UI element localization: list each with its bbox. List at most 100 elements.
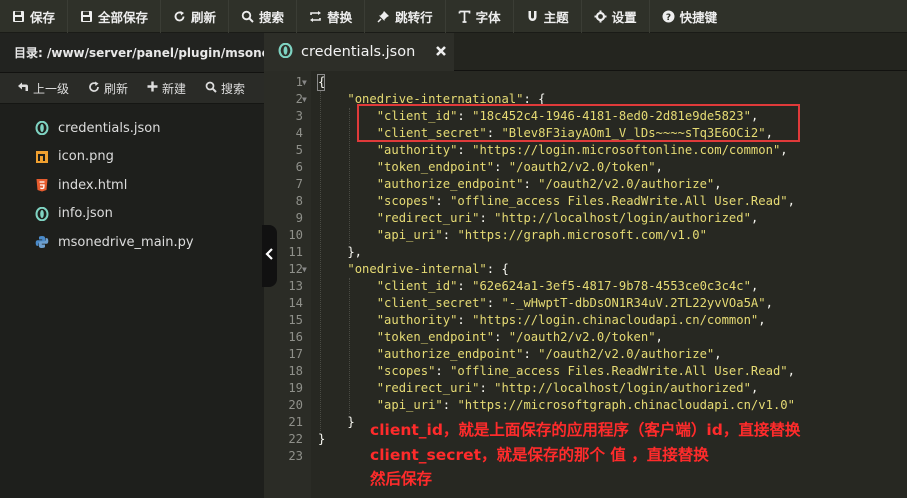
code-line: }, (318, 245, 363, 259)
code-line: "authority": "https://login.chinacloudap… (376, 313, 766, 327)
code-line: "authority": "https://login.microsoftonl… (376, 143, 788, 157)
file-item-index-html[interactable]: index.html (0, 171, 264, 200)
code-line: "onedrive-internal": { (347, 262, 509, 276)
code-line: "scopes": "offline_access Files.ReadWrit… (376, 194, 795, 208)
refresh-icon (88, 81, 100, 96)
file-name: credentials.json (58, 120, 161, 136)
indent-guide (349, 108, 350, 244)
close-tab-button[interactable] (435, 43, 447, 61)
goto-line-label: 跳转行 (395, 10, 433, 25)
save-label: 保存 (30, 10, 56, 25)
file-name: index.html (58, 177, 128, 193)
python-icon (35, 235, 49, 249)
save-button[interactable]: 保存 (0, 0, 69, 33)
refresh-button[interactable]: 刷新 (161, 0, 230, 33)
replace-icon (309, 10, 322, 23)
theme-label: 主题 (543, 10, 569, 25)
text-icon (458, 10, 471, 23)
image-icon (35, 150, 49, 164)
search-icon (241, 10, 254, 23)
line-number: 18 (288, 364, 303, 378)
code-line: } (318, 415, 355, 429)
pin-icon (377, 10, 390, 23)
html-icon (35, 178, 49, 192)
annotation-line-3: 然后保存 (370, 470, 433, 488)
code-line: "api_uri": "https://graph.microsoft.com/… (376, 228, 707, 242)
line-number: 23 (288, 449, 303, 463)
file-item-info-json[interactable]: info.json (0, 200, 264, 229)
tab-credentials-json[interactable]: credentials.json (264, 33, 454, 71)
line-number: 7 (295, 177, 303, 191)
refresh-icon (173, 10, 186, 23)
close-icon (435, 43, 447, 61)
shortcuts-button[interactable]: ? 快捷键 (650, 0, 730, 33)
json-icon (278, 42, 293, 62)
line-number: 6 (295, 160, 303, 174)
theme-button[interactable]: 主题 (514, 0, 582, 33)
font-button[interactable]: 字体 (446, 0, 514, 33)
save-all-button[interactable]: 全部保存 (68, 0, 162, 33)
file-item-credentials-json[interactable]: credentials.json (0, 114, 264, 143)
sidebar-refresh-button[interactable]: 刷新 (78, 80, 137, 97)
chevron-left-icon (265, 248, 274, 264)
sidebar-search-button[interactable]: 搜索 (195, 80, 254, 97)
svg-text:?: ? (666, 13, 671, 23)
code-line: "client_id": "62e624a1-3ef5-4817-9b78-45… (376, 279, 759, 293)
sidebar-search-label: 搜索 (221, 81, 246, 96)
search-icon (205, 81, 217, 96)
line-number: 8 (295, 194, 303, 208)
code-line: "token_endpoint": "/oauth2/v2.0/token", (376, 160, 663, 174)
line-number: 17 (288, 347, 303, 361)
line-number: 21 (288, 415, 303, 429)
line-number: 19 (288, 381, 303, 395)
go-up-button[interactable]: 上一级 (0, 80, 78, 97)
code-line: "client_secret": "-_wHwptT-dbDsON1R34uV.… (376, 296, 773, 310)
fold-arrow-icon[interactable]: ▼ (302, 91, 310, 108)
sidebar-refresh-label: 刷新 (104, 81, 129, 96)
shortcuts-label: 快捷键 (679, 10, 718, 25)
line-number: 14 (288, 296, 303, 310)
file-item-msonedrive-main-py[interactable]: msonedrive_main.py (0, 228, 264, 257)
file-list: credentials.json icon.png index.html inf… (0, 104, 264, 257)
fold-arrow-icon[interactable]: ▼ (302, 74, 310, 91)
save-all-icon (80, 10, 93, 23)
arrow-up-left-icon (17, 81, 29, 96)
file-sidebar: 目录: /www/server/panel/plugin/msone... 上一… (0, 33, 264, 498)
refresh-label: 刷新 (191, 10, 217, 25)
code-line: "authorize_endpoint": "/oauth2/v2.0/auth… (376, 347, 722, 361)
indent-guide (349, 278, 350, 414)
line-number: 1 (295, 75, 303, 89)
code-line: "authorize_endpoint": "/oauth2/v2.0/auth… (376, 177, 722, 191)
annotation-line-1: client_id，就是上面保存的应用程序（客户端）id，直接替换 (370, 421, 801, 439)
json-icon (35, 206, 49, 222)
line-number: 2 (295, 92, 303, 106)
save-icon (12, 10, 25, 23)
fold-arrow-icon[interactable]: ▼ (302, 261, 310, 278)
search-button[interactable]: 搜索 (229, 0, 298, 33)
line-number: 3 (295, 109, 303, 123)
line-number: 4 (295, 126, 303, 140)
indent-guide (320, 91, 321, 431)
file-item-icon-png[interactable]: icon.png (0, 143, 264, 172)
collapse-sidebar-button[interactable] (262, 225, 277, 287)
code-line: "redirect_uri": "http://localhost/login/… (376, 381, 759, 395)
go-up-label: 上一级 (33, 81, 70, 96)
annotation-line-2: client_secret，就是保存的那个 值 ，直接替换 (370, 446, 709, 464)
goto-line-button[interactable]: 跳转行 (365, 0, 446, 33)
sidebar-actions: 上一级 刷新 新建 搜索 (0, 73, 264, 104)
search-label: 搜索 (259, 10, 285, 25)
settings-button[interactable]: 设置 (582, 0, 650, 33)
replace-button[interactable]: 替换 (297, 0, 366, 33)
file-name: info.json (58, 206, 113, 222)
line-number: 16 (288, 330, 303, 344)
new-file-button[interactable]: 新建 (137, 80, 195, 97)
help-icon: ? (662, 10, 675, 23)
replace-label: 替换 (327, 10, 353, 25)
file-name: icon.png (58, 149, 114, 165)
editor-toolbar: 保存 全部保存 刷新 搜索 替换 跳转行 字体 主题 设置 ? 快捷键 (0, 0, 907, 33)
code-line: "api_uri": "https://microsoftgraph.china… (376, 398, 795, 412)
line-number: 5 (295, 143, 303, 157)
bracket-match-highlight (317, 74, 325, 91)
editor-tab-bar: credentials.json (264, 33, 907, 71)
highlight-box (357, 104, 800, 142)
